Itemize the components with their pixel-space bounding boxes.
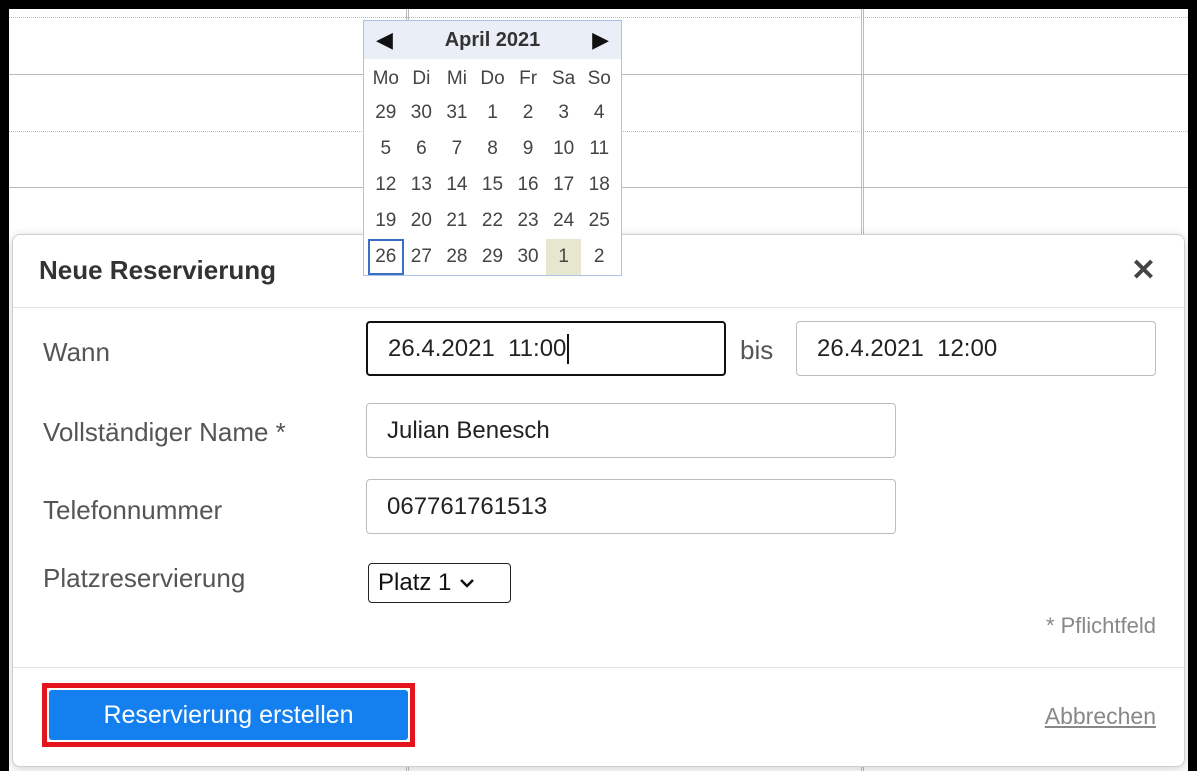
calendar-day[interactable]: 26 bbox=[368, 239, 404, 275]
phone-input[interactable]: 067761761513 bbox=[366, 479, 896, 534]
to-datetime-value: 26.4.2021 12:00 bbox=[817, 334, 998, 362]
calendar-day[interactable]: 4 bbox=[581, 95, 617, 131]
calendar-day[interactable]: 31 bbox=[439, 95, 475, 131]
calendar-day[interactable]: 1 bbox=[545, 239, 582, 275]
weekday-header: Mi bbox=[446, 68, 467, 89]
phone-label: Telefonnummer bbox=[43, 495, 223, 525]
phone-value: 067761761513 bbox=[387, 492, 548, 520]
weekday-header: Di bbox=[412, 68, 431, 89]
create-reservation-button-highlight: Reservierung erstellen bbox=[42, 683, 415, 747]
to-label: bis bbox=[740, 335, 774, 365]
calendar-day[interactable]: 5 bbox=[368, 131, 404, 167]
calendar-day[interactable]: 22 bbox=[475, 203, 511, 239]
calendar-header: ◀ April 2021 ▶ bbox=[364, 21, 621, 59]
cancel-link[interactable]: Abbrechen bbox=[1045, 703, 1156, 730]
name-input[interactable]: Julian Benesch bbox=[366, 403, 896, 458]
when-label: Wann bbox=[43, 337, 110, 367]
calendar-day[interactable]: 12 bbox=[368, 167, 404, 203]
reservation-dialog: Neue Reservierung ✕ Wann 26.4.2021 11:00… bbox=[12, 234, 1185, 767]
weekday-header: So bbox=[587, 68, 611, 89]
calendar-day[interactable]: 10 bbox=[546, 131, 582, 167]
calendar-day[interactable]: 29 bbox=[368, 95, 404, 131]
date-picker: ◀ April 2021 ▶ Mo Di Mi Do Fr Sa So 29 30 31 1 2 3 4 5… bbox=[363, 20, 622, 276]
to-datetime-input[interactable]: 26.4.2021 12:00 bbox=[796, 321, 1156, 376]
footer-divider bbox=[13, 667, 1184, 668]
calendar-day[interactable]: 2 bbox=[581, 239, 617, 275]
calendar-day[interactable]: 13 bbox=[404, 167, 440, 203]
calendar-grid: Mo Di Mi Do Fr Sa So 29 30 31 1 2 3 4 5 6 7 8 9 10 11 12 13 14 1… bbox=[364, 59, 621, 275]
create-reservation-button[interactable]: Reservierung erstellen bbox=[49, 690, 408, 740]
weekday-header: Mo bbox=[372, 68, 399, 89]
calendar-day[interactable]: 2 bbox=[510, 95, 546, 131]
calendar-day[interactable]: 9 bbox=[510, 131, 546, 167]
calendar-day[interactable]: 6 bbox=[404, 131, 440, 167]
calendar-day[interactable]: 1 bbox=[475, 95, 511, 131]
required-note: * Pflichtfeld bbox=[1045, 613, 1156, 638]
calendar-day[interactable]: 20 bbox=[404, 203, 440, 239]
dialog-title: Neue Reservierung bbox=[39, 255, 276, 285]
calendar-day[interactable]: 7 bbox=[439, 131, 475, 167]
calendar-day[interactable]: 18 bbox=[581, 167, 617, 203]
calendar-day[interactable]: 16 bbox=[510, 167, 546, 203]
calendar-day[interactable]: 27 bbox=[404, 239, 440, 275]
name-label: Vollständiger Name * bbox=[43, 417, 286, 447]
calendar-day[interactable]: 17 bbox=[546, 167, 582, 203]
close-icon[interactable]: ✕ bbox=[1131, 253, 1156, 288]
calendar-day[interactable]: 28 bbox=[439, 239, 475, 275]
name-value: Julian Benesch bbox=[387, 416, 550, 444]
calendar-day[interactable]: 30 bbox=[510, 239, 546, 275]
calendar-day[interactable]: 11 bbox=[581, 131, 617, 167]
header-divider bbox=[13, 307, 1184, 308]
calendar-day[interactable]: 25 bbox=[581, 203, 617, 239]
weekday-header: Sa bbox=[552, 68, 576, 89]
calendar-day[interactable]: 21 bbox=[439, 203, 475, 239]
from-datetime-input[interactable]: 26.4.2021 11:00 bbox=[366, 321, 726, 376]
calendar-day[interactable]: 3 bbox=[546, 95, 582, 131]
prev-month-icon[interactable]: ◀ bbox=[376, 29, 393, 51]
calendar-day[interactable]: 24 bbox=[546, 203, 582, 239]
calendar-month-title: April 2021 bbox=[444, 28, 541, 51]
calendar-day[interactable]: 19 bbox=[368, 203, 404, 239]
chevron-down-icon bbox=[459, 573, 475, 594]
text-caret bbox=[567, 333, 570, 364]
calendar-day[interactable]: 14 bbox=[439, 167, 475, 203]
calendar-day[interactable]: 29 bbox=[475, 239, 511, 275]
seat-select[interactable]: Platz 1 bbox=[368, 563, 511, 603]
weekday-header: Do bbox=[480, 68, 505, 89]
next-month-icon[interactable]: ▶ bbox=[592, 29, 609, 51]
calendar-day[interactable]: 30 bbox=[404, 95, 440, 131]
calendar-day[interactable]: 8 bbox=[475, 131, 511, 167]
calendar-day[interactable]: 23 bbox=[510, 203, 546, 239]
seat-label: Platzreservierung bbox=[43, 563, 246, 593]
seat-select-value: Platz 1 bbox=[378, 569, 452, 596]
calendar-day[interactable]: 15 bbox=[475, 167, 511, 203]
from-datetime-value: 26.4.2021 11:00 bbox=[388, 334, 567, 362]
weekday-header: Fr bbox=[519, 68, 538, 89]
